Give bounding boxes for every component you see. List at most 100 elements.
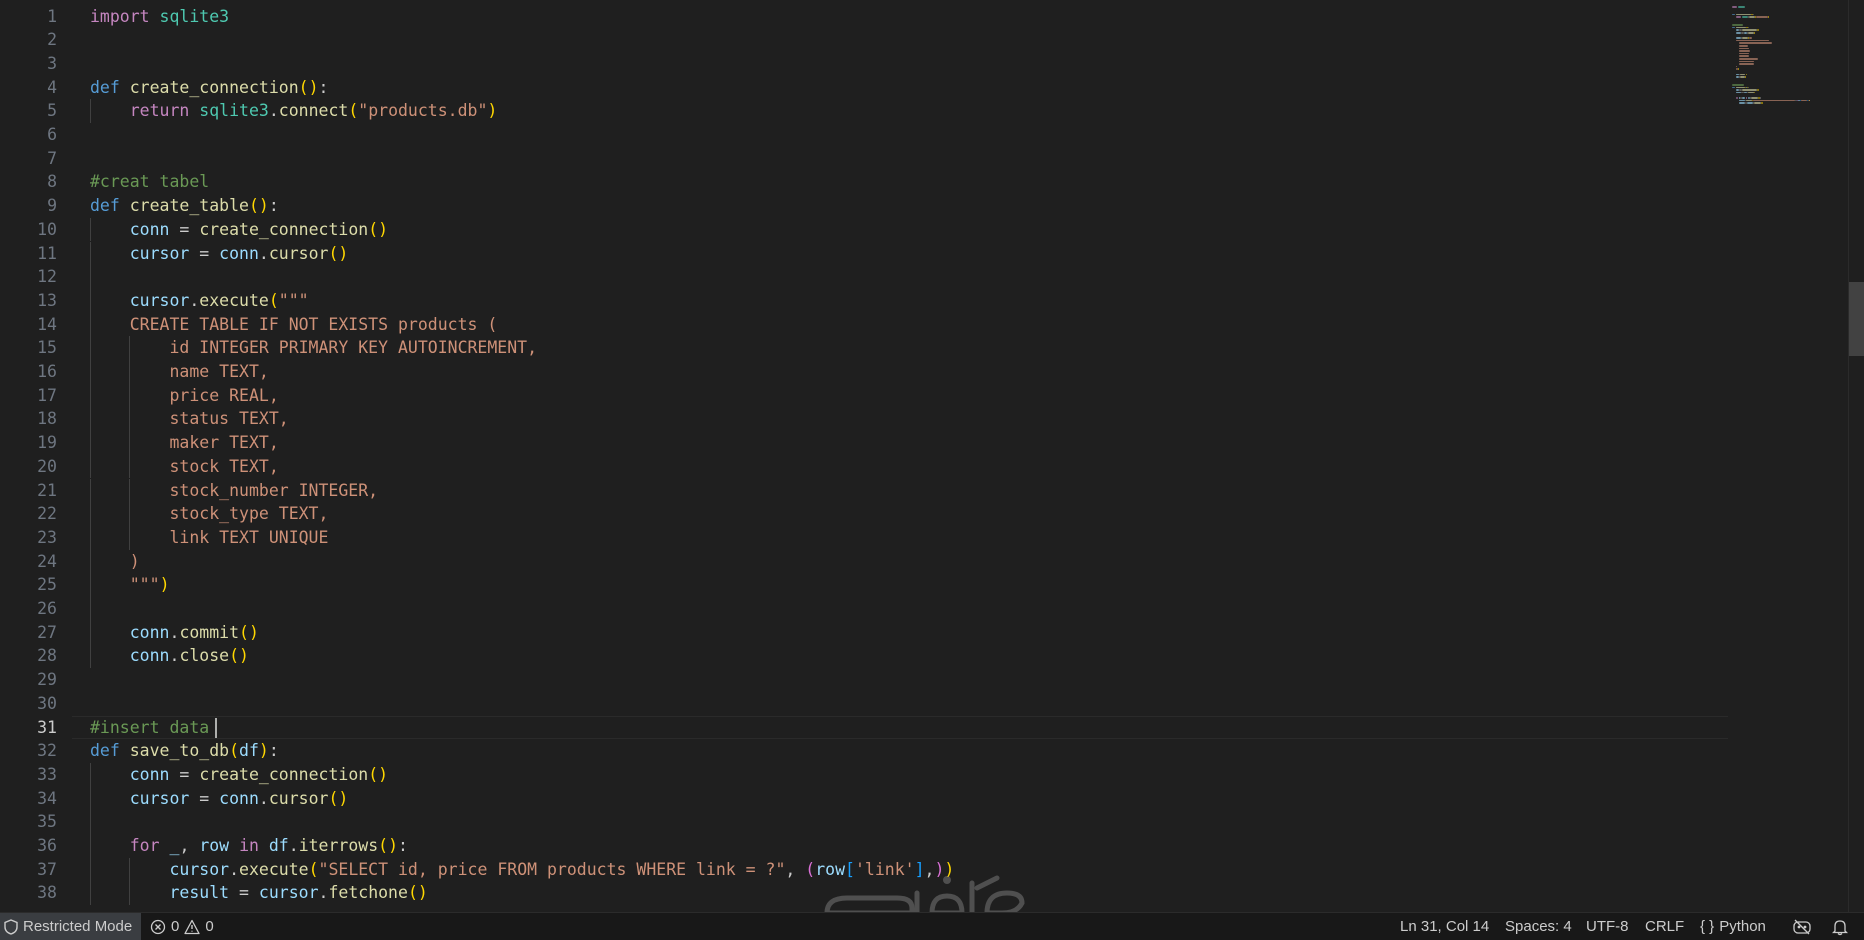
- code-token: .: [169, 646, 180, 666]
- code-line[interactable]: 23 link TEXT UNIQUE: [0, 525, 1728, 550]
- minimap-line: [1735, 39, 1769, 42]
- line-number: 36: [37, 836, 57, 855]
- code-line[interactable]: 36 for _, row in df.iterrows():: [0, 834, 1728, 858]
- language-mode-selector[interactable]: { } Python: [1700, 913, 1766, 940]
- code-line[interactable]: 12: [0, 265, 1728, 289]
- code-token: commit: [179, 622, 240, 642]
- minimap-line: [1732, 24, 1743, 26]
- code-line[interactable]: 7: [0, 147, 1728, 171]
- code-text: conn = create_connection(): [90, 763, 388, 787]
- minimap-line: [1756, 16, 1768, 18]
- scrollbar-thumb[interactable]: [1849, 282, 1864, 356]
- indent-guide: [90, 834, 91, 858]
- minimap-line: [1735, 26, 1747, 29]
- braces-icon: { }: [1700, 918, 1715, 935]
- problems-indicator[interactable]: 0 0: [150, 913, 214, 940]
- code-line[interactable]: 1 import sqlite3: [0, 5, 1728, 29]
- code-line[interactable]: 32 def save_to_db(df):: [0, 739, 1728, 763]
- code-token: cursor: [129, 243, 190, 263]
- minimap-line: [1748, 26, 1750, 29]
- code-line[interactable]: 4 def create_connection():: [0, 76, 1728, 100]
- code-line[interactable]: 34 cursor = conn.cursor(): [0, 786, 1728, 811]
- line-number: 17: [37, 385, 57, 405]
- code-line[interactable]: 30: [0, 692, 1728, 716]
- code-token: (: [805, 859, 816, 879]
- code-line[interactable]: 5 return sqlite3.connect("products.db"): [0, 99, 1728, 123]
- code-line[interactable]: 33 conn = create_connection(): [0, 762, 1728, 787]
- vertical-scrollbar[interactable]: [1848, 0, 1864, 912]
- restricted-mode-indicator[interactable]: Restricted Mode: [0, 913, 142, 940]
- code-line[interactable]: 18 status TEXT,: [0, 407, 1728, 432]
- encoding-selector[interactable]: UTF-8: [1586, 913, 1629, 940]
- line-number: 27: [37, 622, 57, 642]
- cursor-position[interactable]: Ln 31, Col 14: [1400, 913, 1489, 940]
- code-line[interactable]: 25 """): [0, 573, 1728, 597]
- minimap-line: [1768, 16, 1769, 18]
- code-token: return: [129, 101, 190, 121]
- code-line[interactable]: 10 conn = create_connection(): [0, 217, 1728, 242]
- code-line[interactable]: 3: [0, 52, 1728, 76]
- minimap-line: [1739, 60, 1754, 63]
- code-line[interactable]: 27 conn.commit(): [0, 620, 1728, 645]
- code-line[interactable]: 13 cursor.execute(""": [0, 288, 1728, 313]
- code-token: .: [268, 101, 279, 121]
- code-text: def save_to_db(df):: [90, 739, 279, 763]
- code-token: id INTEGER PRIMARY KEY AUTOINCREMENT,: [169, 338, 538, 358]
- code-line[interactable]: 16 name TEXT,: [0, 360, 1728, 384]
- code-line[interactable]: 15 id INTEGER PRIMARY KEY AUTOINCREMENT,: [0, 336, 1728, 360]
- code-token: ): [258, 741, 269, 761]
- minimap-line: [1745, 73, 1748, 76]
- code-line[interactable]: 26: [0, 597, 1728, 621]
- code-line[interactable]: 14 CREATE TABLE IF NOT EXISTS products (: [0, 312, 1728, 337]
- code-line[interactable]: 22 stock_type TEXT,: [0, 502, 1728, 526]
- code-token: import: [90, 6, 150, 26]
- minimap[interactable]: [1728, 0, 1848, 912]
- indentation-selector[interactable]: Spaces: 4: [1505, 913, 1572, 940]
- minimap-line: [1748, 32, 1754, 34]
- code-token: .: [169, 622, 180, 642]
- code-line[interactable]: 8 #creat tabel: [0, 170, 1728, 194]
- code-line[interactable]: 19 maker TEXT,: [0, 431, 1728, 455]
- code-token: """: [278, 290, 309, 310]
- minimap-line: [1747, 102, 1753, 104]
- code-line[interactable]: 35: [0, 810, 1728, 834]
- code-line[interactable]: 31 #insert data: [0, 715, 1728, 740]
- code-line[interactable]: 28 conn.close(): [0, 644, 1728, 669]
- code-token: "SELECT id, price FROM products WHERE li…: [318, 859, 786, 879]
- code-token: maker TEXT,: [169, 433, 279, 453]
- code-line[interactable]: 6: [0, 123, 1728, 147]
- code-text: maker TEXT,: [90, 431, 279, 455]
- indent-guide: [90, 620, 91, 645]
- code-token: (): [407, 883, 428, 903]
- code-token: cursor: [258, 883, 319, 903]
- notifications-button[interactable]: [1832, 913, 1848, 940]
- code-line[interactable]: 17 price REAL,: [0, 383, 1728, 408]
- code-line[interactable]: 11 cursor = conn.cursor(): [0, 241, 1728, 266]
- code-line[interactable]: 9 def create_table():: [0, 194, 1728, 218]
- code-token: cursor: [169, 859, 230, 879]
- code-line[interactable]: 24 ): [0, 549, 1728, 574]
- code-line[interactable]: 20 stock TEXT,: [0, 454, 1728, 479]
- code-token: (): [328, 788, 349, 808]
- status-bar: Restricted Mode 0 0 Ln 31, Col 14 Spaces…: [0, 912, 1864, 940]
- indent-guide: [90, 478, 91, 503]
- copilot-button[interactable]: [1792, 913, 1812, 940]
- eol-selector[interactable]: CRLF: [1645, 913, 1684, 940]
- indent-guide: [90, 265, 91, 289]
- code-line[interactable]: 29: [0, 668, 1728, 692]
- code-text: name TEXT,: [90, 360, 268, 384]
- code-text: #insert data: [90, 716, 219, 740]
- minimap-line: [1741, 97, 1745, 99]
- code-line[interactable]: 2: [0, 28, 1728, 52]
- code-editor[interactable]: 1 import sqlite3 2 3 4 def create_connection(…: [0, 0, 1864, 912]
- code-token: for: [129, 836, 160, 855]
- indent-guide: [90, 312, 91, 337]
- code-line[interactable]: 21 stock_number INTEGER,: [0, 478, 1728, 503]
- indent-guide: [90, 360, 91, 384]
- code-token: cursor: [129, 788, 190, 808]
